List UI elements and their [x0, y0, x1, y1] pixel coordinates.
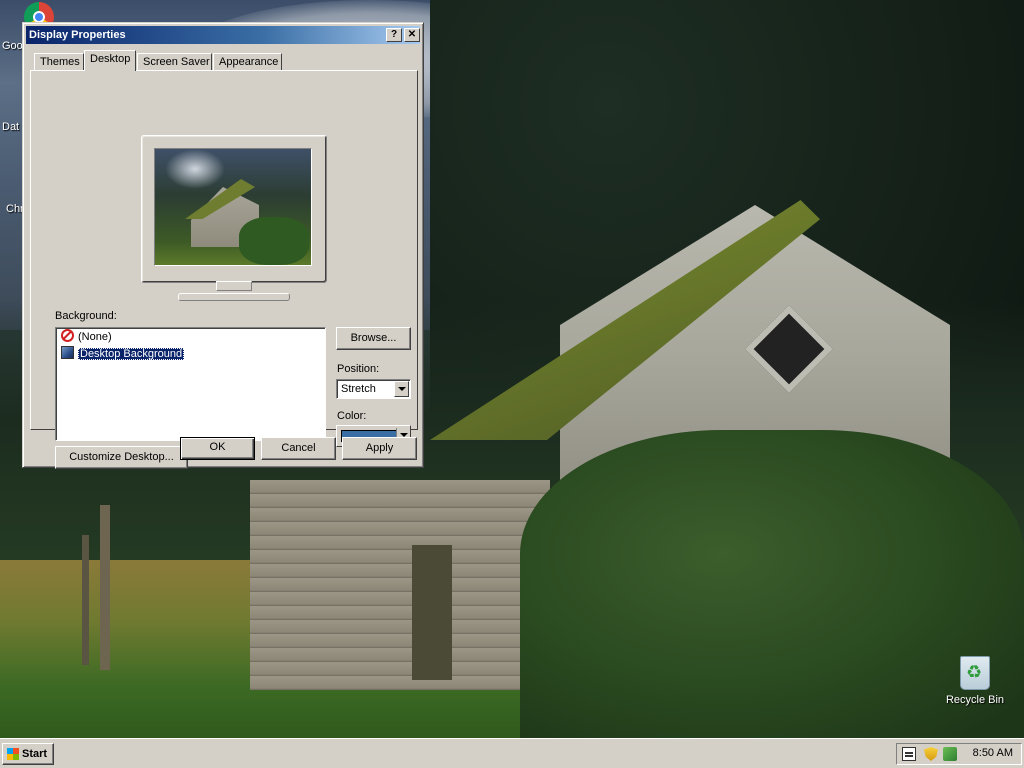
monitor-preview — [141, 135, 327, 283]
preview-screen — [154, 148, 312, 266]
monitor-stand-neck — [216, 281, 252, 291]
desktop-tab-panel: Background: (None) Desktop Background Br… — [30, 70, 418, 469]
list-item-selected[interactable]: Desktop Background — [61, 346, 185, 362]
desktop-icon-label: Goo — [2, 40, 23, 52]
wallpaper-fence-post — [100, 505, 110, 670]
tab-screen-saver[interactable]: Screen Saver — [137, 53, 212, 70]
tab-desktop[interactable]: Desktop — [84, 50, 136, 71]
color-label: Color: — [337, 410, 367, 422]
image-file-icon — [61, 346, 74, 359]
window-title: Display Properties — [29, 29, 126, 41]
cancel-button[interactable]: Cancel — [261, 437, 336, 460]
wallpaper-fence-post — [82, 535, 89, 665]
position-select[interactable]: Stretch — [336, 379, 411, 399]
customize-desktop-button[interactable]: Customize Desktop... — [55, 446, 188, 469]
wallpaper-house-door — [412, 545, 452, 680]
start-label: Start — [22, 748, 48, 760]
start-button[interactable]: Start — [2, 743, 54, 765]
chevron-down-icon[interactable] — [394, 381, 409, 397]
desktop-icon-data[interactable]: Dat — [2, 121, 19, 133]
clock[interactable]: 8:50 AM — [973, 747, 1013, 759]
ok-button[interactable]: OK — [180, 437, 255, 460]
list-item-label: Desktop Background — [78, 348, 185, 360]
position-label: Position: — [337, 363, 380, 375]
tab-themes[interactable]: Themes — [34, 53, 84, 70]
preview-bush — [239, 217, 309, 265]
help-button[interactable]: ? — [386, 28, 402, 42]
keyboard-icon[interactable] — [902, 747, 916, 761]
desktop-icon-recycle-bin[interactable]: Recycle Bin — [940, 656, 1010, 706]
position-value: Stretch — [341, 383, 376, 395]
browse-button[interactable]: Browse... — [336, 327, 411, 350]
recycle-bin-icon — [960, 656, 990, 690]
security-shield-icon[interactable] — [924, 747, 938, 761]
taskbar: Start 8:50 AM — [0, 738, 1024, 768]
desktop-icon-label: Recycle Bin — [945, 694, 1005, 706]
wallpaper-house-wall — [250, 480, 550, 690]
title-bar[interactable]: Display Properties ? ✕ — [26, 26, 420, 44]
tab-appearance[interactable]: Appearance — [213, 53, 282, 70]
display-properties-dialog: Display Properties ? ✕ Themes Desktop Sc… — [22, 22, 424, 469]
background-list[interactable]: (None) Desktop Background — [55, 327, 326, 441]
close-button[interactable]: ✕ — [404, 28, 420, 42]
preview-cloud — [165, 149, 225, 189]
list-item-label: (None) — [78, 331, 112, 343]
network-icon[interactable] — [943, 747, 957, 761]
system-tray: 8:50 AM — [896, 743, 1022, 765]
background-label: Background: — [55, 310, 117, 322]
list-item[interactable]: (None) — [61, 329, 112, 345]
none-icon — [61, 329, 74, 342]
windows-logo-icon — [7, 748, 19, 760]
monitor-stand-base — [178, 293, 290, 301]
apply-button[interactable]: Apply — [342, 437, 417, 460]
